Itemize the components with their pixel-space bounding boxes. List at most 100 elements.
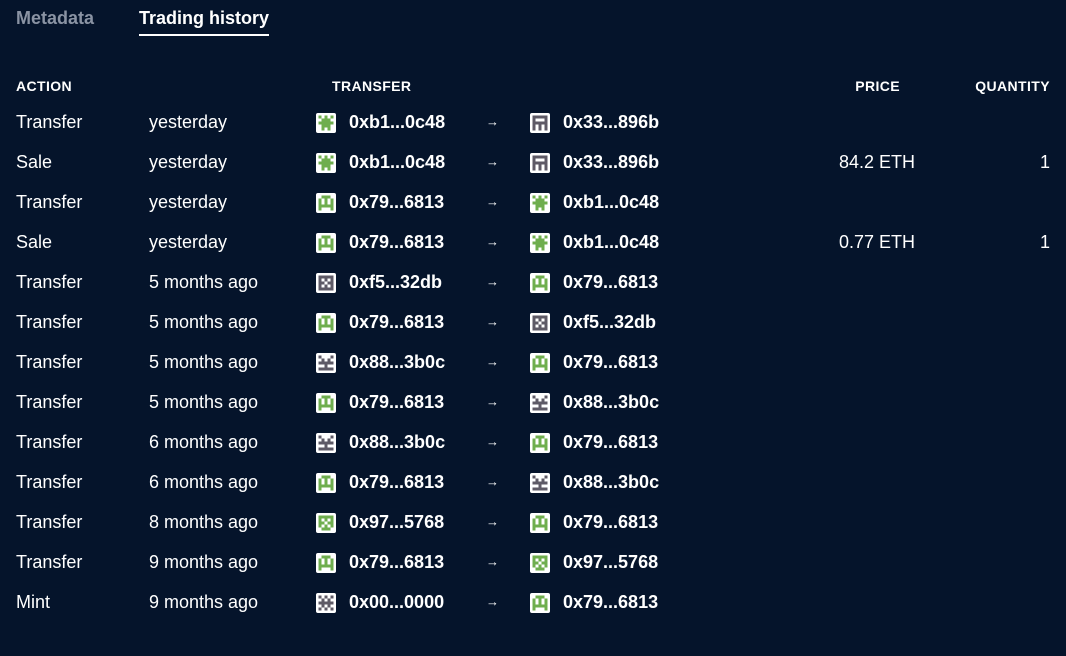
table-row: Transfer yesterday 0xb1...0c48 → 0x33...896b xyxy=(0,102,1066,142)
avatar-b1-icon xyxy=(530,193,550,213)
avatar-88-icon xyxy=(316,353,336,373)
avatar-97-icon xyxy=(316,513,336,533)
quantity-value: 1 xyxy=(1039,152,1050,172)
table-row: Transfer 6 months ago 0x88...3b0c → 0x79...6… xyxy=(0,422,1066,462)
avatar-88-icon xyxy=(530,393,550,413)
from-address-link[interactable]: 0x79...6813 xyxy=(349,182,444,222)
from-address-link[interactable]: 0x79...6813 xyxy=(349,222,444,262)
from-address-link[interactable]: 0x88...3b0c xyxy=(349,422,445,462)
time-label: 6 months ago xyxy=(149,472,259,492)
time-label: 5 months ago xyxy=(149,312,259,332)
table-row: Sale yesterday 0xb1...0c48 → 0x33...896b 84.2… xyxy=(0,142,1066,182)
to-address-link[interactable]: 0x88...3b0c xyxy=(563,382,659,422)
time-label: yesterday xyxy=(149,152,228,172)
table-row: Transfer 5 months ago 0x79...6813 → 0xf5...3… xyxy=(0,302,1066,342)
table-row: Sale yesterday 0x79...6813 → 0xb1...0c48 0.77… xyxy=(0,222,1066,262)
action-label: Transfer xyxy=(16,192,83,212)
to-address-link[interactable]: 0x33...896b xyxy=(563,102,659,142)
avatar-f5-icon xyxy=(316,273,336,293)
from-address-link[interactable]: 0x79...6813 xyxy=(349,462,444,502)
from-address-link[interactable]: 0xb1...0c48 xyxy=(349,142,445,182)
avatar-b1-icon xyxy=(316,113,336,133)
to-address-link[interactable]: 0x97...5768 xyxy=(563,542,658,582)
avatar-79-icon xyxy=(316,473,336,493)
avatar-b1-icon xyxy=(316,153,336,173)
to-address-link[interactable]: 0x88...3b0c xyxy=(563,462,659,502)
avatar-79-icon xyxy=(530,593,550,613)
arrow-right-icon: → xyxy=(486,514,499,529)
to-address-link[interactable]: 0x79...6813 xyxy=(563,502,658,542)
from-address-link[interactable]: 0x88...3b0c xyxy=(349,342,445,382)
header-price: PRICE xyxy=(855,78,900,94)
from-address-link[interactable]: 0x97...5768 xyxy=(349,502,444,542)
arrow-right-icon: → xyxy=(486,354,499,369)
arrow-right-icon: → xyxy=(486,594,499,609)
from-address-link[interactable]: 0x79...6813 xyxy=(349,542,444,582)
tab-metadata[interactable]: Metadata xyxy=(16,8,94,34)
avatar-79-icon xyxy=(530,353,550,373)
from-address-link[interactable]: 0x79...6813 xyxy=(349,382,444,422)
from-address-link[interactable]: 0xf5...32db xyxy=(349,262,442,302)
to-address-link[interactable]: 0xb1...0c48 xyxy=(563,222,659,262)
arrow-right-icon: → xyxy=(486,394,499,409)
action-label: Transfer xyxy=(16,552,83,572)
avatar-88-icon xyxy=(530,473,550,493)
action-label: Transfer xyxy=(16,112,83,132)
action-label: Sale xyxy=(16,232,53,252)
avatar-b1-icon xyxy=(530,233,550,253)
avatar-79-icon xyxy=(316,313,336,333)
time-label: yesterday xyxy=(149,232,228,252)
header-quantity: QUANTITY xyxy=(975,78,1050,94)
action-label: Transfer xyxy=(16,512,83,532)
arrow-right-icon: → xyxy=(486,274,499,289)
to-address-link[interactable]: 0xf5...32db xyxy=(563,302,656,342)
table-row: Transfer 9 months ago 0x79...6813 → 0x97...5… xyxy=(0,542,1066,582)
table-row: Transfer 6 months ago 0x79...6813 → 0x88...3… xyxy=(0,462,1066,502)
avatar-79-icon xyxy=(316,553,336,573)
action-label: Transfer xyxy=(16,392,83,412)
arrow-right-icon: → xyxy=(486,434,499,449)
table-row: Transfer yesterday 0x79...6813 → 0xb1...0c48 xyxy=(0,182,1066,222)
from-address-link[interactable]: 0x00...0000 xyxy=(349,582,444,622)
from-address-link[interactable]: 0x79...6813 xyxy=(349,302,444,342)
avatar-33-icon xyxy=(530,113,550,133)
action-label: Transfer xyxy=(16,472,83,492)
table-row: Mint 9 months ago 0x00...0000 → 0x79...6813 xyxy=(0,582,1066,622)
to-address-link[interactable]: 0x79...6813 xyxy=(563,582,658,622)
time-label: yesterday xyxy=(149,192,228,212)
table-row: Transfer 5 months ago 0x88...3b0c → 0x79...6… xyxy=(0,342,1066,382)
action-label: Transfer xyxy=(16,432,83,452)
time-label: 5 months ago xyxy=(149,352,259,372)
table-row: Transfer 5 months ago 0xf5...32db → 0x79...6… xyxy=(0,262,1066,302)
to-address-link[interactable]: 0x79...6813 xyxy=(563,422,658,462)
to-address-link[interactable]: 0x79...6813 xyxy=(563,342,658,382)
arrow-right-icon: → xyxy=(486,234,499,249)
action-label: Transfer xyxy=(16,352,83,372)
action-label: Transfer xyxy=(16,312,83,332)
tab-trading-history[interactable]: Trading history xyxy=(139,8,270,36)
header-transfer: TRANSFER xyxy=(332,78,412,94)
avatar-f5-icon xyxy=(530,313,550,333)
avatar-79-icon xyxy=(530,513,550,533)
to-address-link[interactable]: 0xb1...0c48 xyxy=(563,182,659,222)
action-label: Sale xyxy=(16,152,53,172)
time-label: yesterday xyxy=(149,112,228,132)
arrow-right-icon: → xyxy=(486,114,499,129)
action-label: Transfer xyxy=(16,272,83,292)
header-action: ACTION xyxy=(16,78,73,94)
time-label: 9 months ago xyxy=(149,552,259,572)
time-label: 9 months ago xyxy=(149,592,259,612)
avatar-88-icon xyxy=(316,433,336,453)
action-label: Mint xyxy=(16,592,51,612)
from-address-link[interactable]: 0xb1...0c48 xyxy=(349,102,445,142)
time-label: 8 months ago xyxy=(149,512,259,532)
to-address-link[interactable]: 0x79...6813 xyxy=(563,262,658,302)
table-row: Transfer 5 months ago 0x79...6813 → 0x88...3… xyxy=(0,382,1066,422)
to-address-link[interactable]: 0x33...896b xyxy=(563,142,659,182)
avatar-79-icon xyxy=(316,233,336,253)
time-label: 6 months ago xyxy=(149,432,259,452)
avatar-00-icon xyxy=(316,593,336,613)
price-value: 0.77 ETH xyxy=(838,232,915,252)
quantity-value: 1 xyxy=(1039,232,1050,252)
avatar-33-icon xyxy=(530,153,550,173)
